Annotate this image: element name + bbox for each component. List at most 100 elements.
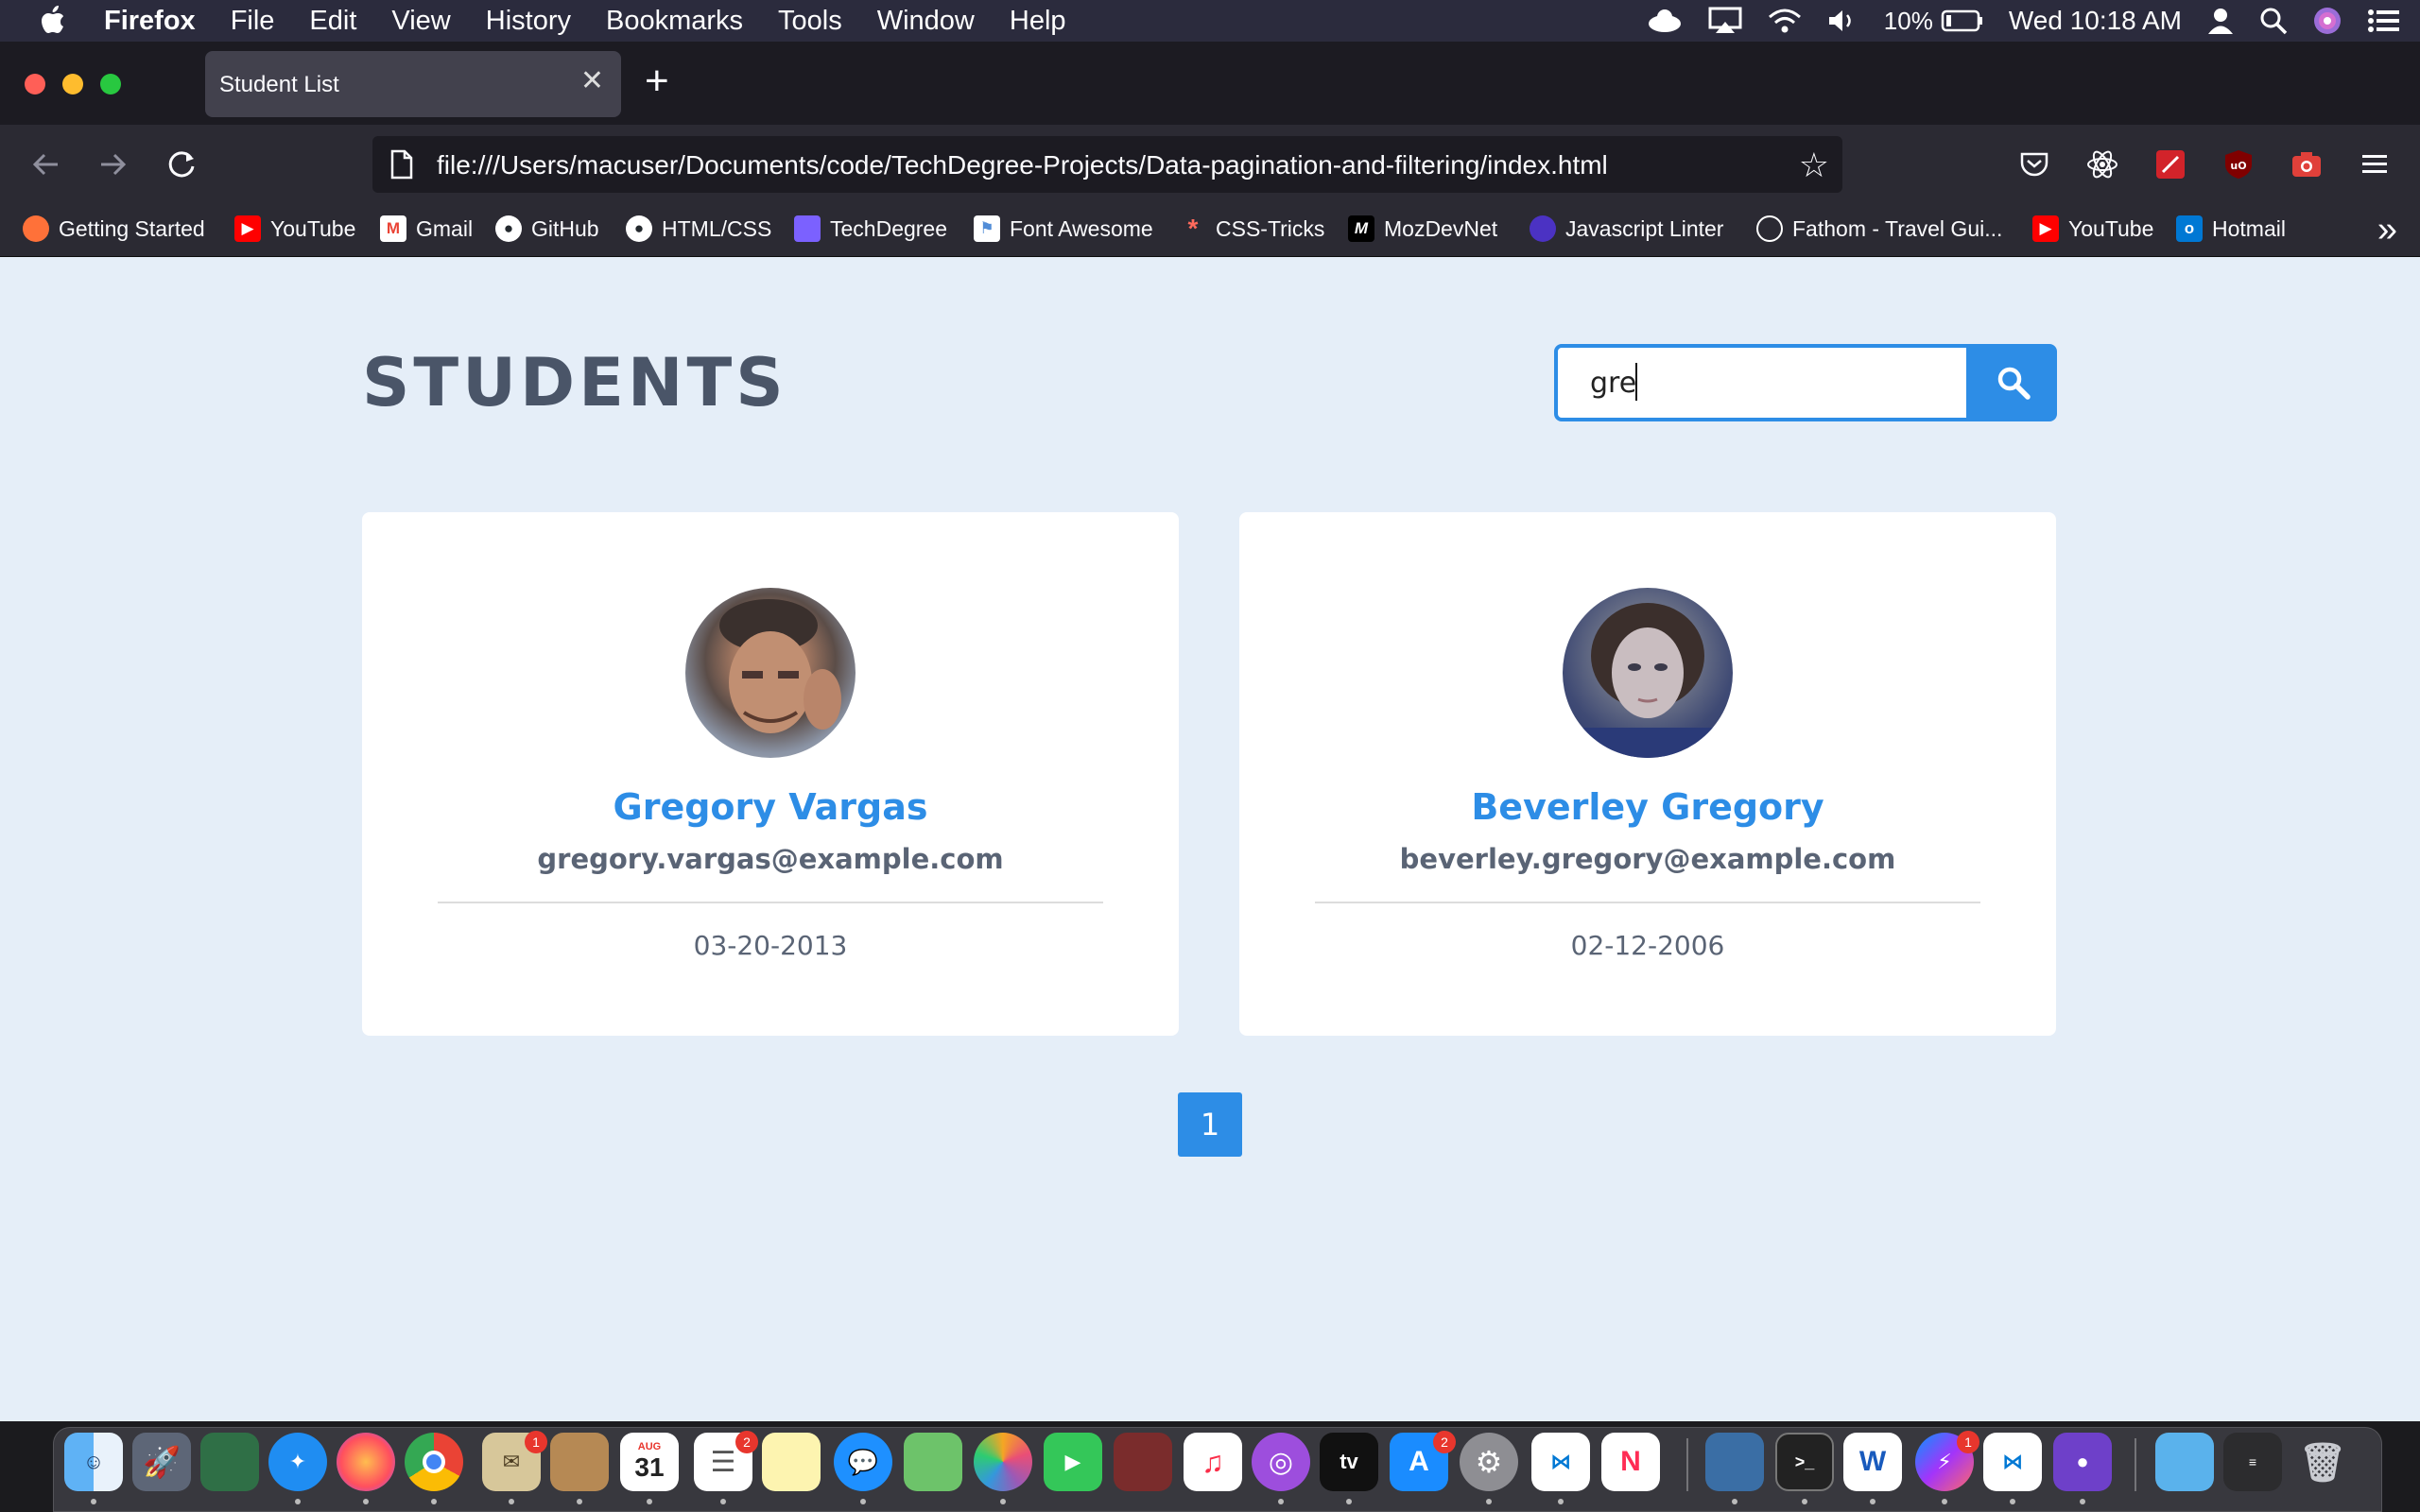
menu-tools[interactable]: Tools bbox=[778, 6, 842, 37]
bookmark-fathom[interactable]: Fathom - Travel Gui... bbox=[1756, 215, 2002, 242]
react-devtools-icon[interactable] bbox=[2083, 146, 2121, 183]
web-page-content: STUDENTS gre Gregory Vargas gregory.varg… bbox=[0, 257, 2420, 1421]
contacts-icon[interactable] bbox=[550, 1433, 609, 1491]
menu-history[interactable]: History bbox=[486, 6, 571, 37]
menu-app-firefox[interactable]: Firefox bbox=[104, 6, 196, 37]
reminders-badge: 2 bbox=[735, 1431, 758, 1453]
menu-edit[interactable]: Edit bbox=[309, 6, 356, 37]
cloud-icon[interactable] bbox=[1646, 8, 1684, 34]
chrome-icon[interactable] bbox=[405, 1433, 463, 1491]
app-store-badge: 2 bbox=[1433, 1431, 1456, 1453]
search-button[interactable] bbox=[1970, 344, 2057, 421]
apple-menu-icon[interactable] bbox=[36, 5, 68, 37]
folder-icon[interactable] bbox=[2155, 1433, 2214, 1491]
airplay-icon[interactable] bbox=[1708, 7, 1742, 35]
word-icon[interactable]: W bbox=[1843, 1433, 1902, 1491]
control-center-icon[interactable] bbox=[2367, 8, 2401, 34]
running-indicator bbox=[363, 1499, 369, 1504]
new-tab-icon[interactable]: + bbox=[645, 60, 669, 102]
wifi-icon[interactable] bbox=[1767, 7, 1803, 35]
mail-badge: 1 bbox=[525, 1431, 547, 1453]
text-cursor bbox=[1635, 363, 1637, 401]
siri-icon[interactable] bbox=[2312, 6, 2342, 36]
safari-icon[interactable]: ✦ bbox=[268, 1433, 327, 1491]
menu-help[interactable]: Help bbox=[1010, 6, 1066, 37]
github-desktop-icon[interactable]: ● bbox=[2053, 1433, 2112, 1491]
menu-window[interactable]: Window bbox=[877, 6, 975, 37]
screenshot-stack-icon[interactable]: ≡ bbox=[2223, 1433, 2282, 1491]
launchpad-icon[interactable]: 🚀 bbox=[132, 1433, 191, 1491]
notes-icon[interactable] bbox=[762, 1433, 821, 1491]
minimize-window-button[interactable] bbox=[62, 74, 83, 94]
bookmark-javascript-linter[interactable]: Javascript Linter bbox=[1530, 215, 1723, 242]
url-bar[interactable]: file:///Users/macuser/Documents/code/Tec… bbox=[372, 136, 1842, 193]
bookmark-github[interactable]: ● GitHub bbox=[495, 215, 599, 242]
pagination-page-button[interactable]: 1 bbox=[1178, 1092, 1242, 1157]
bookmark-label: HTML/CSS bbox=[662, 215, 772, 241]
menu-view[interactable]: View bbox=[391, 6, 450, 37]
bookmark-gmail[interactable]: M Gmail bbox=[380, 215, 473, 242]
apple-tv-icon[interactable]: tv bbox=[1320, 1433, 1378, 1491]
facetime-icon[interactable]: ▶ bbox=[1044, 1433, 1102, 1491]
back-arrow-icon[interactable] bbox=[26, 146, 64, 183]
user-icon[interactable] bbox=[2206, 7, 2235, 35]
finder-icon[interactable]: ☺ bbox=[64, 1433, 123, 1491]
bookmark-star-icon[interactable]: ☆ bbox=[1799, 146, 1829, 185]
messages-icon[interactable]: 💬 bbox=[834, 1433, 892, 1491]
bookmark-label: Hotmail bbox=[2212, 215, 2286, 241]
music-icon[interactable]: ♫ bbox=[1184, 1433, 1242, 1491]
calendar-icon[interactable]: AUG 31 bbox=[620, 1433, 679, 1491]
bookmark-hotmail[interactable]: o Hotmail bbox=[2176, 215, 2286, 242]
maps-icon[interactable] bbox=[904, 1433, 962, 1491]
forward-arrow-icon[interactable] bbox=[95, 146, 132, 183]
maximize-window-button[interactable] bbox=[100, 74, 121, 94]
bookmark-label: Javascript Linter bbox=[1565, 215, 1724, 241]
menubar-clock[interactable]: Wed 10:18 AM bbox=[2009, 6, 2182, 36]
page-document-icon[interactable] bbox=[389, 149, 414, 186]
colorzilla-icon[interactable] bbox=[2152, 146, 2189, 183]
mission-control-icon[interactable] bbox=[200, 1433, 259, 1491]
ublock-origin-icon[interactable]: uO bbox=[2220, 146, 2257, 183]
spotlight-search-icon[interactable] bbox=[2259, 7, 2288, 35]
bookmark-label: Font Awesome bbox=[1010, 215, 1153, 241]
vscode-icon[interactable]: ⋈ bbox=[1531, 1433, 1590, 1491]
app-menu-hamburger-icon[interactable] bbox=[2356, 146, 2394, 183]
search-input[interactable]: gre bbox=[1554, 344, 1970, 421]
bookmark-youtube-2[interactable]: ▶ YouTube bbox=[2032, 215, 2153, 242]
news-icon[interactable]: N bbox=[1601, 1433, 1660, 1491]
messenger-badge: 1 bbox=[1957, 1431, 1979, 1453]
reload-icon[interactable] bbox=[163, 146, 200, 183]
pocket-icon[interactable] bbox=[2015, 146, 2053, 183]
running-indicator bbox=[1942, 1499, 1947, 1504]
menu-file[interactable]: File bbox=[231, 6, 275, 37]
github-icon: ● bbox=[626, 215, 652, 242]
asterisk-icon: * bbox=[1187, 214, 1199, 243]
bookmark-youtube[interactable]: ▶ YouTube bbox=[234, 215, 355, 242]
bookmark-techdegree[interactable]: TechDegree bbox=[794, 215, 947, 242]
terminal-icon[interactable]: >_ bbox=[1775, 1433, 1834, 1491]
bookmark-html-css[interactable]: ● HTML/CSS bbox=[626, 215, 771, 242]
battery-icon[interactable] bbox=[1941, 9, 1984, 33]
photo-booth-icon[interactable] bbox=[1114, 1433, 1172, 1491]
running-indicator bbox=[431, 1499, 437, 1504]
vscode-icon[interactable]: ⋈ bbox=[1983, 1433, 2042, 1491]
divider bbox=[1315, 902, 1980, 903]
close-tab-icon[interactable]: ✕ bbox=[580, 64, 604, 97]
photos-icon[interactable] bbox=[974, 1433, 1032, 1491]
firefox-dock-icon[interactable] bbox=[337, 1433, 395, 1491]
bookmark-font-awesome[interactable]: ⚑ Font Awesome bbox=[974, 215, 1153, 242]
close-window-button[interactable] bbox=[25, 74, 45, 94]
tab-student-list[interactable]: Student List ✕ bbox=[205, 51, 621, 117]
preview-icon[interactable] bbox=[1705, 1433, 1764, 1491]
menu-bookmarks[interactable]: Bookmarks bbox=[606, 6, 743, 37]
podcasts-icon[interactable]: ◎ bbox=[1252, 1433, 1310, 1491]
bookmark-css-tricks[interactable]: * CSS-Tricks bbox=[1180, 214, 1325, 243]
volume-icon[interactable] bbox=[1827, 8, 1859, 34]
bookmark-getting-started[interactable]: Getting Started bbox=[23, 215, 205, 242]
screenshot-camera-icon[interactable] bbox=[2288, 146, 2325, 183]
bookmark-mozdevnet[interactable]: M MozDevNet bbox=[1348, 215, 1497, 242]
chevron-double-right-icon[interactable]: » bbox=[2377, 210, 2397, 250]
calendar-day: 31 bbox=[634, 1452, 665, 1482]
trash-icon[interactable]: 🗑 bbox=[2293, 1433, 2352, 1491]
system-preferences-icon[interactable]: ⚙ bbox=[1460, 1433, 1518, 1491]
